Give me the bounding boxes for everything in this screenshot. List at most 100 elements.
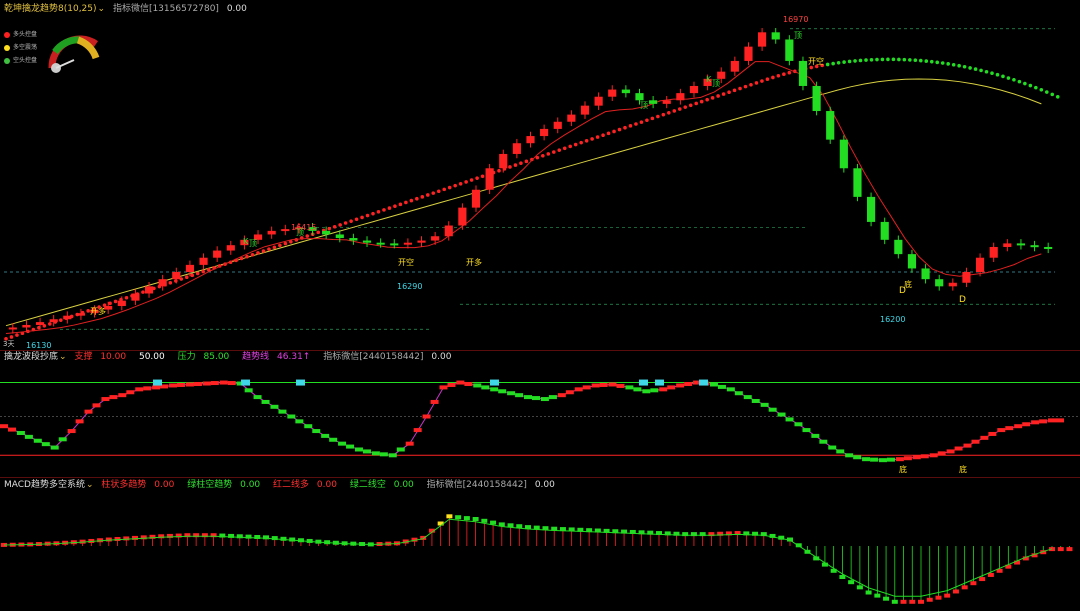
oscillator-block xyxy=(599,382,608,387)
candle-body xyxy=(608,89,617,97)
oscillator-block xyxy=(650,388,659,393)
trend-dot xyxy=(782,72,786,77)
trend-dot xyxy=(809,65,814,70)
oscillator-block xyxy=(980,435,989,440)
oscillator-block xyxy=(371,451,380,456)
trend-dot xyxy=(853,59,857,63)
oscillator-block xyxy=(591,383,600,388)
candle-body xyxy=(417,240,426,243)
trend-dot xyxy=(48,322,52,326)
trend-dot xyxy=(743,84,748,89)
top-block xyxy=(241,379,250,386)
trend-dot xyxy=(606,131,611,136)
bottom-marker: 底 xyxy=(899,464,907,474)
candle-body xyxy=(144,286,154,294)
macd-block xyxy=(856,585,863,590)
oscillator-block xyxy=(819,439,828,444)
oscillator-block xyxy=(845,453,854,458)
trend-dot xyxy=(946,62,950,66)
candle-body xyxy=(540,128,549,137)
macd-block xyxy=(114,536,121,541)
oscillator-block xyxy=(717,384,726,389)
trend-dot xyxy=(760,79,764,83)
top-marker: 顶 xyxy=(640,101,648,110)
candle-body xyxy=(567,114,576,122)
oscillator-block xyxy=(540,397,549,402)
candle-body xyxy=(76,313,86,316)
candle-body xyxy=(948,282,957,287)
candle-body xyxy=(22,324,31,328)
oscillator-block xyxy=(616,383,625,388)
candle-body xyxy=(199,257,208,265)
candle-body xyxy=(172,272,181,280)
oscillator-block xyxy=(642,389,651,394)
oscillator-block xyxy=(338,441,347,446)
trend-dot xyxy=(628,124,633,128)
trend-dot xyxy=(261,249,266,253)
trend-dot xyxy=(447,185,452,190)
high-price-label: 16970 xyxy=(783,15,808,24)
trend-dot xyxy=(776,74,781,78)
oscillator-block xyxy=(354,447,363,452)
trend-dot xyxy=(1012,77,1016,82)
trend-dot xyxy=(546,152,551,156)
trend-dot xyxy=(141,290,145,294)
candle-body xyxy=(785,39,794,61)
trend-dot xyxy=(918,58,923,63)
top-block xyxy=(153,379,162,386)
trend-dot xyxy=(716,94,720,98)
macd-block xyxy=(455,515,462,520)
oscillator-block xyxy=(244,388,253,393)
macd-block xyxy=(935,595,942,600)
macd-block xyxy=(280,536,287,541)
chart-canvas[interactable]: 16970 16415 16290 16200 16130 开多 开多 开空 开… xyxy=(0,0,1080,611)
oscillator-block xyxy=(439,385,448,390)
trend-dot xyxy=(765,77,770,82)
trend-dot xyxy=(365,213,370,218)
oscillator-block xyxy=(430,399,439,404)
trend-dot xyxy=(108,301,112,306)
macd-block xyxy=(918,599,924,604)
trend-dot xyxy=(990,71,994,75)
trend-dot xyxy=(278,243,282,248)
oscillator-block xyxy=(862,457,871,462)
macd-block xyxy=(123,536,130,541)
trend-dot xyxy=(656,114,660,119)
oscillator-block xyxy=(219,380,228,385)
trend-dot xyxy=(951,62,956,67)
trend-dot xyxy=(332,224,337,229)
macd-block xyxy=(970,581,977,586)
oscillator-block xyxy=(836,449,845,454)
ma-yellow-line xyxy=(5,78,1042,327)
trend-dot xyxy=(672,109,677,113)
trend-dot xyxy=(935,60,940,65)
trend-dot xyxy=(940,61,945,65)
trend-dot xyxy=(508,165,512,169)
trend-dot xyxy=(984,69,989,74)
candle-body xyxy=(512,143,521,154)
oscillator-block xyxy=(929,453,938,458)
oscillator-block xyxy=(1048,418,1056,423)
candle-body xyxy=(458,207,467,226)
candle-body xyxy=(649,100,658,104)
trend-dot xyxy=(184,275,189,279)
macd-block xyxy=(952,589,959,594)
top-marker: 顶 xyxy=(794,31,802,40)
trend-dot xyxy=(398,202,403,207)
trend-dot xyxy=(349,219,353,223)
trend-dot xyxy=(650,116,655,121)
trend-dot xyxy=(864,58,868,62)
trend-dot xyxy=(973,67,978,71)
trend-dot xyxy=(601,133,605,138)
bottom-marker: 底 xyxy=(959,464,967,474)
oscillator-block xyxy=(709,382,718,387)
open-long-label: 开多 xyxy=(90,306,106,316)
top-marker: 顶 xyxy=(296,228,304,237)
oscillator-block xyxy=(886,457,895,462)
trend-dot xyxy=(124,295,129,300)
trend-dot xyxy=(442,187,447,192)
trend-dot xyxy=(343,221,348,225)
oscillator-block xyxy=(524,395,532,400)
oscillator-block xyxy=(828,445,837,450)
candle-body xyxy=(362,240,372,243)
